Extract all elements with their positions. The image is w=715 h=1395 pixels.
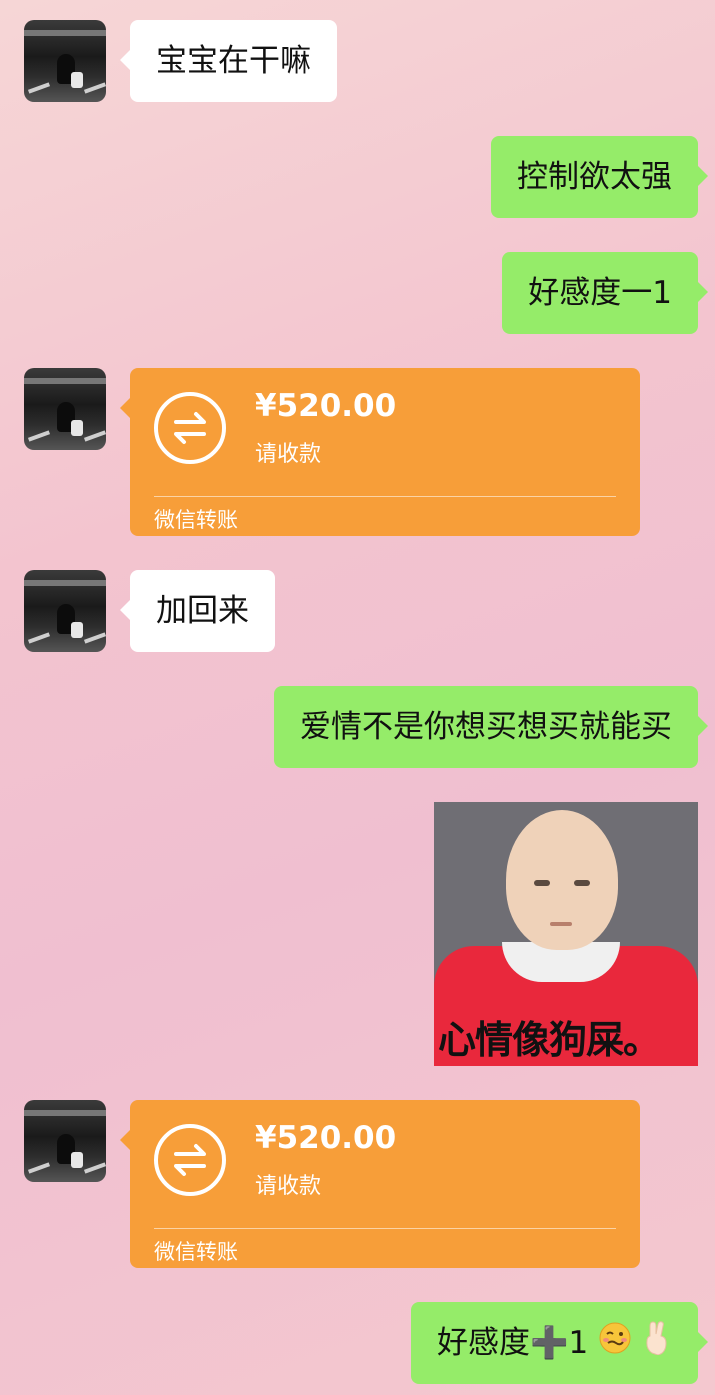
divider <box>154 1228 616 1229</box>
transfer-card[interactable]: ¥520.00 请收款 微信转账 <box>120 1100 640 1268</box>
transfer-status: 请收款 <box>255 442 322 467</box>
incoming-message[interactable]: 加回来 <box>120 570 275 652</box>
outgoing-message[interactable]: 控制欲太强 <box>491 136 708 218</box>
sticker-caption: 心情像狗屎。 <box>438 1018 661 1062</box>
meme-sticker[interactable]: 心情像狗屎。 <box>434 802 698 1066</box>
transfer-arrows-icon <box>154 1124 226 1196</box>
transfer-amount: ¥520.00 <box>255 388 397 424</box>
outgoing-message[interactable]: 爱情不是你想买想买就能买 <box>274 686 708 768</box>
contact-avatar[interactable] <box>24 20 106 102</box>
transfer-arrows-icon <box>154 392 226 464</box>
transfer-brand: 微信转账 <box>154 1240 238 1264</box>
transfer-card[interactable]: ¥520.00 请收款 微信转账 <box>120 368 640 536</box>
contact-avatar[interactable] <box>24 368 106 450</box>
divider <box>154 496 616 497</box>
crossed-fingers-emoji <box>642 1304 672 1386</box>
woozy-face-emoji <box>598 1304 632 1386</box>
contact-avatar[interactable] <box>24 570 106 652</box>
outgoing-message[interactable]: 好感度一1 <box>502 252 708 334</box>
outgoing-message[interactable]: 好感度➕1 <box>410 1302 709 1386</box>
message-text: 好感度➕1 <box>436 1325 589 1361</box>
chat-thread: 宝宝在干嘛 控制欲太强 好感度一1 ¥520.00 请收款 微信转账 加回来 爱… <box>0 0 715 1395</box>
transfer-status: 请收款 <box>255 1174 322 1199</box>
contact-avatar[interactable] <box>24 1100 106 1182</box>
transfer-brand: 微信转账 <box>154 508 238 532</box>
incoming-message[interactable]: 宝宝在干嘛 <box>120 20 337 102</box>
transfer-amount: ¥520.00 <box>255 1120 397 1156</box>
